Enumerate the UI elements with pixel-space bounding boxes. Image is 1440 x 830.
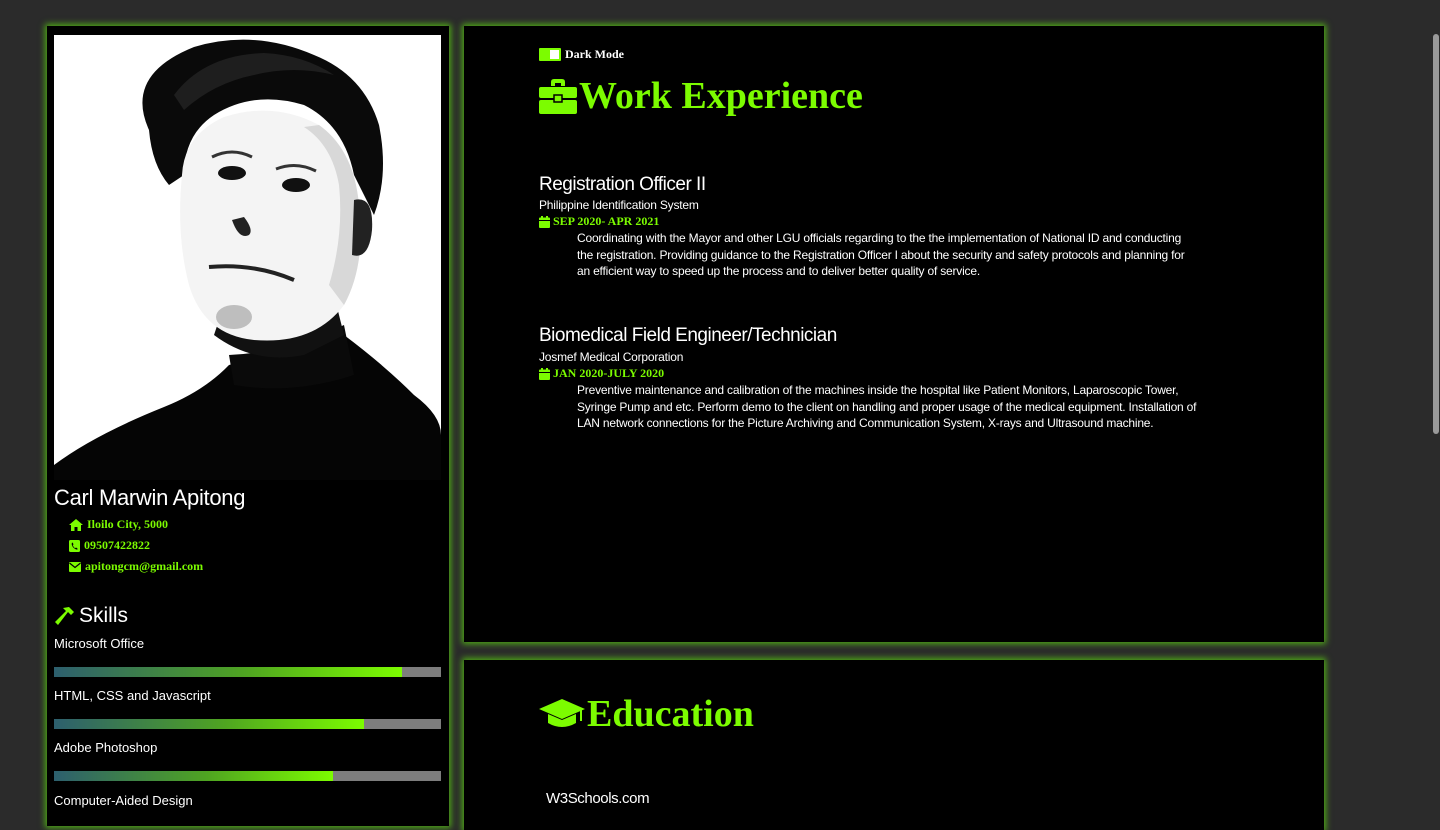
profile-photo-image [54,35,441,480]
job-title: Biomedical Field Engineer/Technician [539,325,837,346]
skill-bar-adobe-photoshop [54,771,441,781]
job-date-text: JAN 2020-JULY 2020 [553,366,665,380]
dark-mode-label: Dark Mode [565,47,624,61]
contact-email-text: apitongcm@gmail.com [85,559,204,573]
education-card: Education W3Schools.com [464,660,1324,830]
page-scrollbar[interactable] [1432,0,1440,810]
job-date: SEP 2020- APR 2021 [539,214,659,229]
skill-label-microsoft-office: Microsoft Office [54,636,145,651]
education-title: Education [587,693,754,735]
hammer-icon [55,607,74,625]
skills-title: Skills [79,604,129,627]
profile-photo [54,35,441,480]
work-experience-card: Dark Mode Work Experience Registration O… [464,26,1324,642]
job-company: Josmef Medical Corporation [539,350,684,364]
education-school: W3Schools.com [546,790,650,807]
skill-bar-microsoft-office [54,667,441,677]
job-description: Preventive maintenance and calibration o… [577,383,1197,430]
contact-phone: 09507422822 [69,538,150,553]
profile-card: Carl Marwin Apitong Iloilo City, 5000 09… [47,26,449,826]
job-date: JAN 2020-JULY 2020 [539,366,664,381]
dark-mode-switch-knob [550,50,559,59]
job-title: Registration Officer II [539,174,706,195]
dark-mode-toggle[interactable]: Dark Mode [539,47,624,62]
calendar-icon [539,367,550,380]
dark-mode-switch[interactable] [539,48,561,61]
contact-email: apitongcm@gmail.com [69,559,203,574]
skills-heading: Skills [54,604,128,628]
graduation-cap-icon [539,699,585,727]
job-description: Coordinating with the Mayor and other LG… [577,231,1185,278]
skill-label-html-css-js: HTML, CSS and Javascript [54,688,211,703]
briefcase-icon [539,79,577,114]
work-experience-title: Work Experience [579,75,863,117]
calendar-icon [539,215,550,228]
education-heading: Education [539,692,754,736]
contact-phone-text: 09507422822 [84,538,150,552]
skill-bar-html-css-js [54,719,441,729]
job-company: Philippine Identification System [539,198,699,212]
profile-name: Carl Marwin Apitong [54,485,246,510]
skill-bar-fill [54,771,333,781]
skill-bar-fill [54,667,403,677]
work-experience-heading: Work Experience [539,74,863,118]
skill-bar-fill [54,719,364,729]
home-icon [69,518,83,531]
job-date-text: SEP 2020- APR 2021 [553,214,660,228]
phone-icon [69,539,80,552]
skill-label-cad: Computer-Aided Design [54,793,193,808]
page-scrollbar-thumb[interactable] [1433,34,1439,434]
contact-location: Iloilo City, 5000 [69,517,168,532]
envelope-icon [69,561,81,572]
skill-label-adobe-photoshop: Adobe Photoshop [54,740,158,755]
contact-location-text: Iloilo City, 5000 [87,517,169,531]
